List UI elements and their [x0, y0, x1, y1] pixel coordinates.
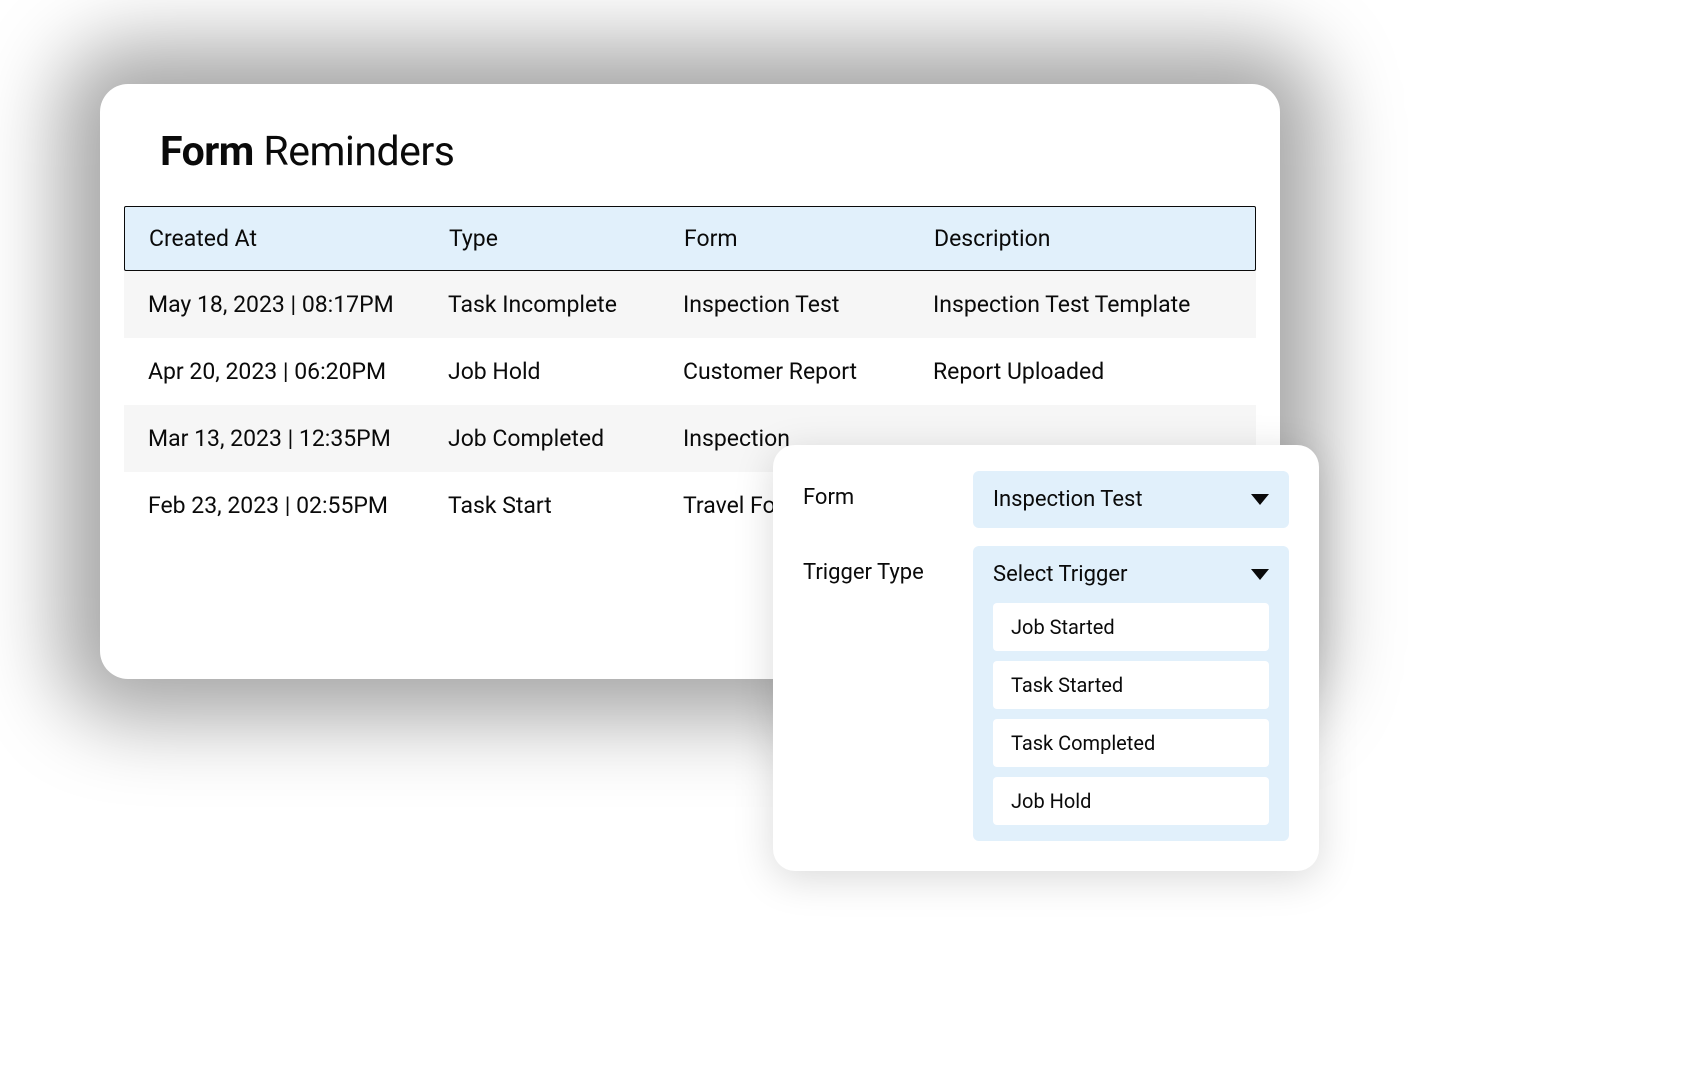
caret-down-icon [1251, 569, 1269, 580]
cell-form: Inspection Test [683, 291, 933, 318]
page-title: Form Reminders [100, 124, 1280, 206]
cell-created-at: Apr 20, 2023 | 06:20PM [148, 358, 448, 385]
trigger-label: Trigger Type [803, 546, 973, 585]
title-light: Reminders [254, 128, 455, 176]
header-form[interactable]: Form [684, 225, 934, 252]
cell-description: Report Uploaded [933, 358, 1232, 385]
cell-created-at: May 18, 2023 | 08:17PM [148, 291, 448, 318]
form-select[interactable]: Inspection Test [973, 471, 1289, 528]
trigger-placeholder: Select Trigger [993, 562, 1127, 587]
cell-created-at: Feb 23, 2023 | 02:55PM [148, 492, 448, 519]
cell-type: Task Start [448, 492, 683, 519]
header-created-at[interactable]: Created At [149, 225, 449, 252]
cell-created-at: Mar 13, 2023 | 12:35PM [148, 425, 448, 452]
cell-type: Job Hold [448, 358, 683, 385]
cell-type: Task Incomplete [448, 291, 683, 318]
table-row[interactable]: Apr 20, 2023 | 06:20PM Job Hold Customer… [124, 338, 1256, 405]
trigger-dropdown: Select Trigger Job Started Task Started … [973, 546, 1289, 841]
trigger-option-job-started[interactable]: Job Started [993, 603, 1269, 651]
caret-down-icon [1251, 494, 1269, 505]
trigger-select-row: Trigger Type Select Trigger Job Started … [803, 546, 1289, 841]
header-description[interactable]: Description [934, 225, 1231, 252]
cell-description: Inspection Test Template [933, 291, 1232, 318]
trigger-popup: Form Inspection Test Trigger Type Select… [773, 445, 1319, 871]
title-bold: Form [160, 128, 254, 176]
cell-type: Job Completed [448, 425, 683, 452]
trigger-select[interactable]: Select Trigger [993, 558, 1269, 603]
form-label: Form [803, 471, 973, 510]
header-type[interactable]: Type [449, 225, 684, 252]
trigger-option-job-hold[interactable]: Job Hold [993, 777, 1269, 825]
cell-form: Customer Report [683, 358, 933, 385]
table-row[interactable]: May 18, 2023 | 08:17PM Task Incomplete I… [124, 271, 1256, 338]
trigger-option-task-completed[interactable]: Task Completed [993, 719, 1269, 767]
form-select-row: Form Inspection Test [803, 471, 1289, 528]
form-select-value: Inspection Test [993, 487, 1143, 512]
trigger-option-task-started[interactable]: Task Started [993, 661, 1269, 709]
table-header-row: Created At Type Form Description [124, 206, 1256, 271]
